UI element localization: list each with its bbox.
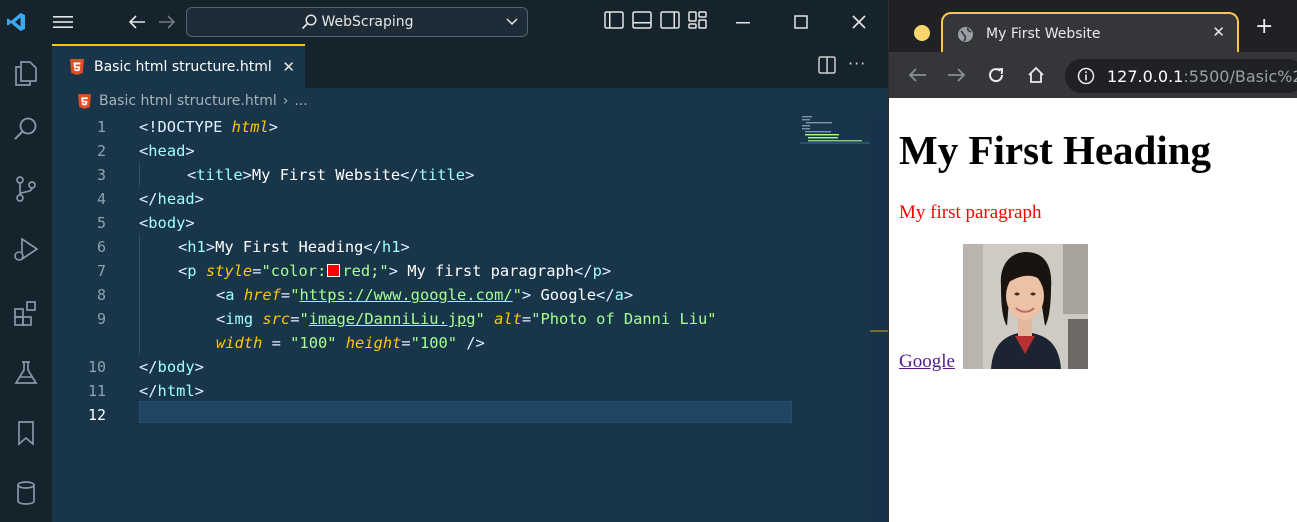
database-icon[interactable]: [0, 470, 52, 516]
editor-tab-bar: Basic html structure.html ✕ ···: [52, 44, 888, 88]
browser-toolbar: 127.0.0.1:5500/Basic%20h: [889, 52, 1297, 98]
forward-arrow-icon[interactable]: [154, 0, 180, 44]
back-arrow-icon[interactable]: [124, 0, 150, 44]
browser-tab-title: My First Website: [986, 26, 1101, 42]
run-debug-icon[interactable]: [0, 226, 52, 272]
breadcrumb: Basic html structure.html › ...: [52, 88, 888, 114]
code-line-11: </html>: [139, 382, 204, 400]
line-number: 5: [96, 214, 106, 232]
source-control-icon[interactable]: [0, 166, 52, 212]
page-heading: My First Heading: [899, 127, 1212, 173]
line-number-current: 12: [87, 406, 106, 424]
code-line-7: <p style="color: red;"> My first paragrap…: [178, 262, 612, 280]
code-line-2: <head>: [139, 142, 195, 160]
command-center-search[interactable]: WebScraping: [186, 7, 528, 37]
tab-basic-html-structure[interactable]: Basic html structure.html ✕: [52, 44, 305, 88]
close-tab-icon[interactable]: ✕: [1212, 23, 1225, 41]
code-line-8: <a href="https://www.google.com/"> Googl…: [216, 286, 634, 304]
code-line-5: <body>: [139, 214, 195, 232]
html5-file-icon: [78, 93, 91, 109]
split-editor-icon[interactable]: [818, 56, 836, 78]
breadcrumb-file[interactable]: Basic html structure.html: [99, 93, 277, 109]
code-link-url[interactable]: https://www.google.com/: [299, 286, 512, 304]
layout-controls: [604, 0, 708, 44]
line-number: 4: [96, 190, 106, 208]
browser-forward-icon[interactable]: [945, 63, 969, 87]
testing-flask-icon[interactable]: [0, 350, 52, 396]
hamburger-menu-icon[interactable]: [48, 0, 78, 44]
close-tab-icon[interactable]: ✕: [282, 58, 295, 76]
activity-bar: [0, 44, 52, 522]
line-number: 11: [87, 382, 106, 400]
code-line-9: <img src="image/DanniLiu.jpg" alt="Photo…: [216, 310, 717, 328]
line-number: 9: [96, 310, 106, 328]
search-icon: [301, 14, 317, 30]
page-paragraph: My first paragraph: [899, 202, 1042, 223]
scrollbar-cursor-marker: [870, 330, 888, 332]
photo-of-danni-liu: [963, 244, 1088, 369]
toggle-primary-sidebar-icon[interactable]: [604, 11, 624, 33]
code-editor[interactable]: 1 2 3 4 5 6 7 8 9 10 11 12 <!DOCTYPE htm…: [52, 114, 888, 522]
code-line-6: <h1>My First Heading</h1>: [178, 238, 410, 256]
toggle-panel-icon[interactable]: [632, 11, 652, 33]
toggle-secondary-sidebar-icon[interactable]: [660, 11, 680, 33]
search-icon[interactable]: [0, 106, 52, 152]
code-line-10: </body>: [139, 358, 204, 376]
customize-layout-icon[interactable]: [688, 11, 708, 33]
address-bar[interactable]: 127.0.0.1:5500/Basic%20h: [1065, 59, 1297, 93]
vertical-scrollbar[interactable]: [870, 114, 888, 522]
minimap[interactable]: [800, 114, 870, 154]
breadcrumb-more[interactable]: ...: [294, 93, 307, 109]
color-swatch-red[interactable]: [327, 264, 341, 277]
line-number: 3: [96, 166, 106, 184]
url-path: :5500/Basic%20h: [1183, 66, 1297, 86]
chevron-down-icon: [505, 14, 519, 32]
code-line-9-wrap: width = "100" height="100" />: [216, 334, 485, 352]
browser-tab-strip: My First Website ✕ +: [889, 0, 1297, 54]
line-number-gutter: 1 2 3 4 5 6 7 8 9 10 11 12: [52, 114, 136, 522]
command-center-label: WebScraping: [321, 14, 414, 30]
google-link[interactable]: Google: [899, 351, 955, 373]
code-text: <!DOCTYPE html> <head> <title>My First W…: [139, 114, 792, 522]
browser-back-icon[interactable]: [905, 63, 929, 87]
explorer-icon[interactable]: [0, 50, 52, 96]
new-tab-plus-icon[interactable]: +: [1255, 16, 1273, 38]
info-icon[interactable]: [1077, 67, 1095, 85]
code-line-4: </head>: [139, 190, 204, 208]
globe-icon: [957, 26, 974, 43]
vscode-window: WebScraping Basic html structure.html ✕ …: [0, 0, 888, 522]
minimize-button[interactable]: [714, 0, 772, 44]
extensions-icon[interactable]: [0, 290, 52, 336]
url-host: 127.0.0.1: [1107, 66, 1184, 86]
line-number: 8: [96, 286, 106, 304]
title-bar: WebScraping: [0, 0, 888, 44]
code-image-path[interactable]: image/DanniLiu.jpg: [309, 310, 476, 328]
line-number: 10: [87, 358, 106, 376]
reload-icon[interactable]: [984, 63, 1008, 87]
html5-file-icon: [70, 59, 84, 75]
line-number: 6: [96, 238, 106, 256]
more-actions-icon[interactable]: ···: [848, 54, 866, 73]
vscode-logo-icon: [0, 0, 32, 44]
tab-group-dot[interactable]: [914, 25, 930, 41]
browser-window: My First Website ✕ + 127.0.0.1:5500/Basi…: [888, 0, 1297, 522]
close-window-button[interactable]: [830, 0, 888, 44]
code-line-3: <title>My First Website</title>: [187, 166, 475, 184]
home-icon[interactable]: [1024, 63, 1048, 87]
browser-tab[interactable]: My First Website ✕: [941, 12, 1239, 54]
line-number: 7: [96, 262, 106, 280]
page-viewport: My First Heading My first paragraph Goog…: [889, 98, 1297, 522]
chevron-right-icon: ›: [282, 93, 289, 109]
line-number: 2: [96, 142, 106, 160]
bookmark-icon[interactable]: [0, 410, 52, 456]
code-line-1: <!DOCTYPE html>: [139, 118, 279, 136]
tab-label: Basic html structure.html: [94, 59, 272, 75]
line-number: 1: [96, 118, 106, 136]
maximize-button[interactable]: [772, 0, 830, 44]
